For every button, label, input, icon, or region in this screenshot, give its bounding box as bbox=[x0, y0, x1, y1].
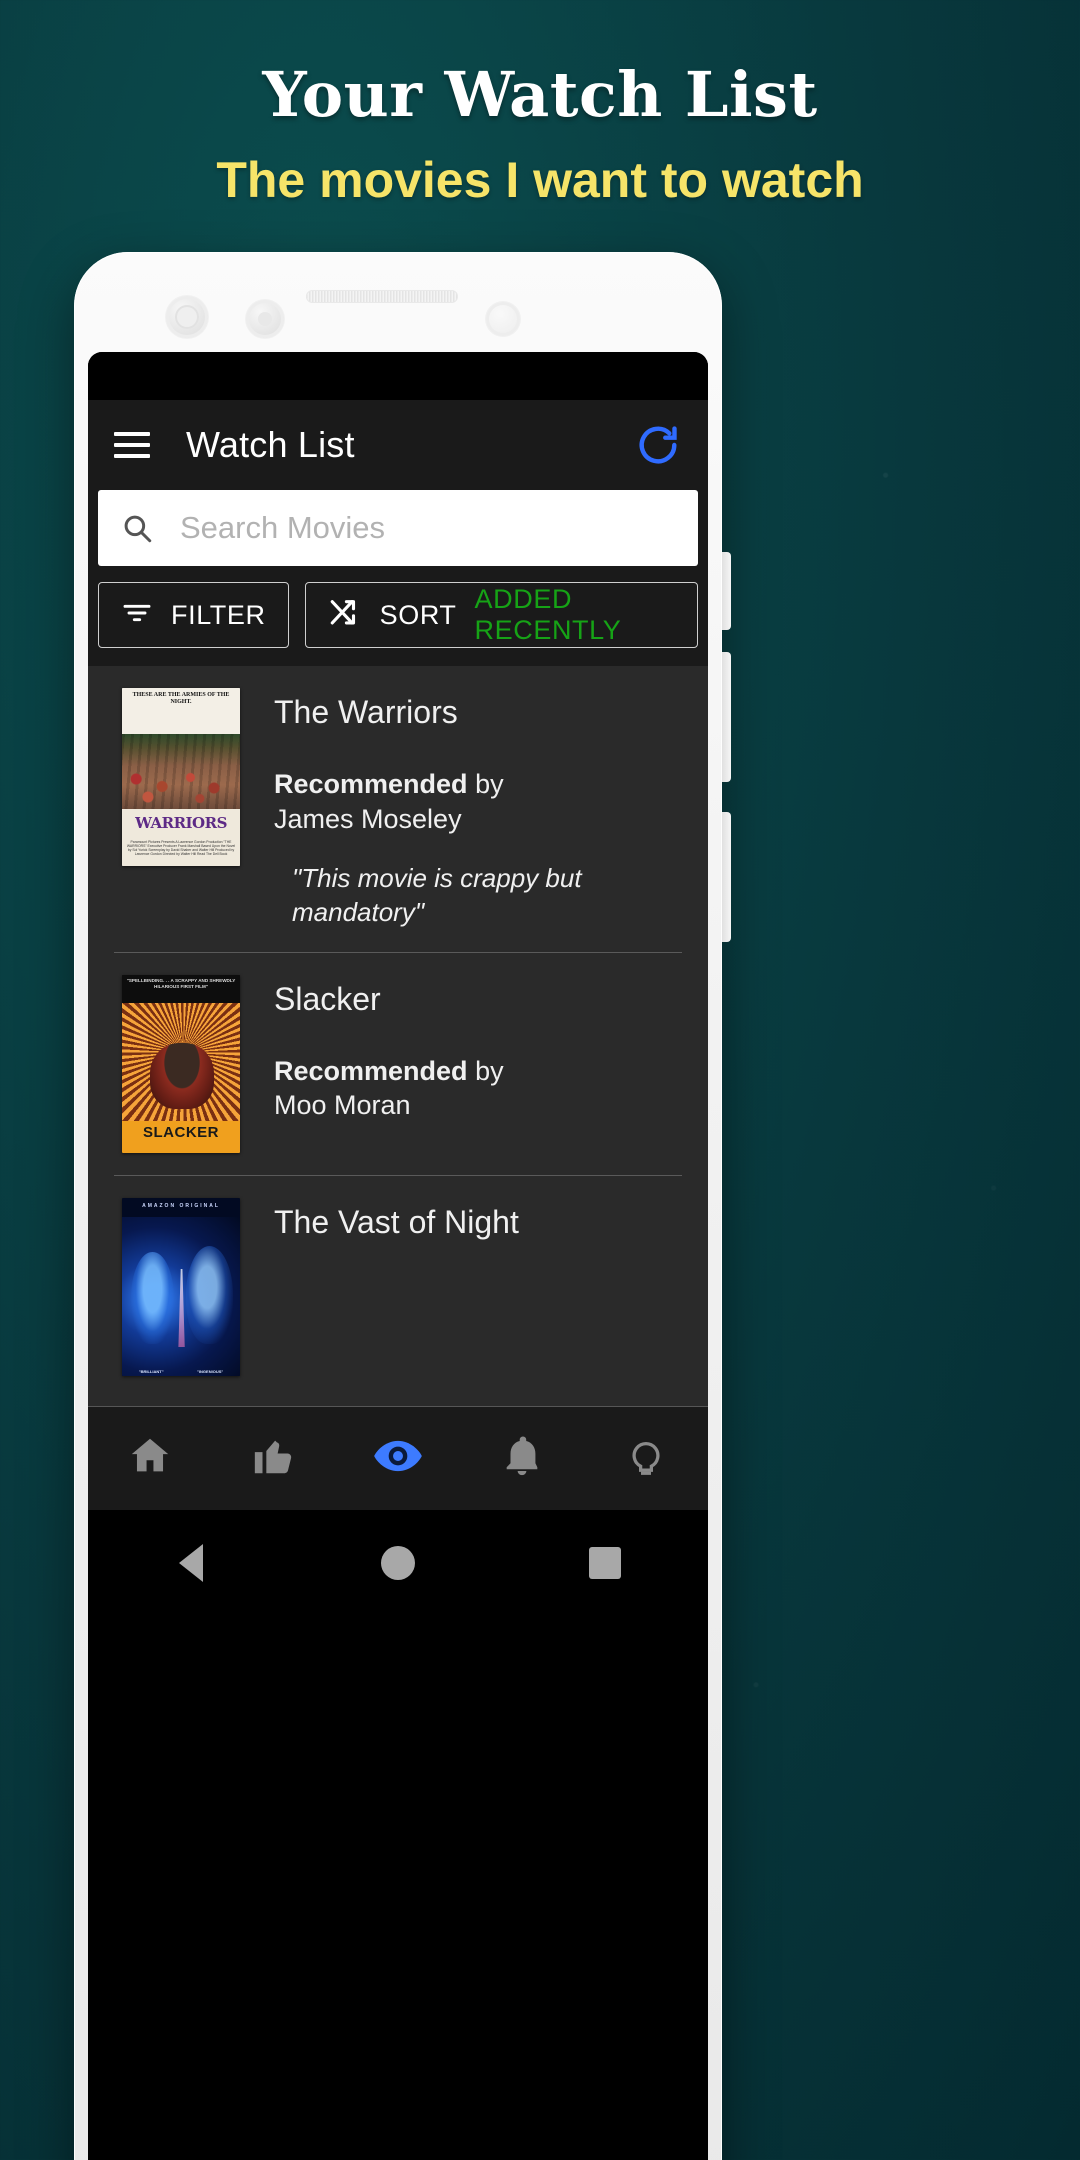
search-box[interactable] bbox=[98, 490, 698, 566]
promo-subtitle: The movies I want to watch bbox=[216, 152, 864, 208]
movie-poster: "SPELLBINDING. . . A SCRAPPY AND SHREWDL… bbox=[122, 974, 240, 1153]
home-icon bbox=[127, 1433, 173, 1484]
recommender-name: Moo Moran bbox=[274, 1090, 411, 1121]
earpiece-speaker bbox=[306, 290, 458, 303]
poster-headline: THESE ARE THE ARMIES OF THE NIGHT. bbox=[122, 688, 240, 735]
phone-side-button-bottom[interactable] bbox=[722, 812, 731, 942]
poster-artwork bbox=[122, 734, 240, 810]
nav-item-suggestions[interactable] bbox=[584, 1433, 708, 1484]
refresh-icon[interactable] bbox=[634, 421, 682, 469]
poster-artwork bbox=[122, 1003, 240, 1121]
filter-button-label: FILTER bbox=[171, 599, 266, 630]
front-camera-icon bbox=[166, 296, 208, 338]
bottom-navigation bbox=[88, 1406, 708, 1510]
bell-icon bbox=[499, 1433, 545, 1484]
filter-sort-row: FILTER SORT ADDED RECENTLY bbox=[88, 582, 708, 666]
android-back-button[interactable] bbox=[88, 1544, 295, 1582]
search-bar-container bbox=[88, 490, 708, 582]
search-icon bbox=[120, 511, 154, 545]
poster-headline: "SPELLBINDING. . . A SCRAPPY AND SHREWDL… bbox=[122, 974, 240, 1004]
app-bar: Watch List bbox=[88, 400, 708, 490]
phone-side-button-top[interactable] bbox=[722, 552, 731, 630]
sort-button[interactable]: SORT ADDED RECENTLY bbox=[304, 582, 698, 648]
recommended-by-label: by bbox=[475, 769, 504, 799]
shuffle-icon bbox=[328, 596, 362, 635]
filter-list-icon bbox=[121, 597, 153, 634]
poster-quote-row: "BRILLIANT" "INGENIOUS" bbox=[122, 1369, 240, 1374]
list-item[interactable]: THESE ARE THE ARMIES OF THE NIGHT. WARRI… bbox=[88, 666, 708, 952]
recommended-label: Recommended bbox=[274, 1055, 468, 1086]
hamburger-icon[interactable] bbox=[114, 432, 150, 458]
phone-side-button-middle[interactable] bbox=[722, 652, 731, 782]
home-circle-icon bbox=[381, 1546, 415, 1580]
recommended-label: Recommended bbox=[274, 769, 468, 799]
filter-button[interactable]: FILTER bbox=[98, 582, 289, 648]
movie-list[interactable]: THESE ARE THE ARMIES OF THE NIGHT. WARRI… bbox=[88, 666, 708, 1406]
secondary-camera-icon bbox=[246, 300, 284, 338]
poster-logo: WARRIORS bbox=[122, 809, 240, 838]
recommender-name: James Moseley bbox=[274, 803, 462, 834]
poster-quote-left: "BRILLIANT" bbox=[138, 1368, 164, 1374]
poster-logo: SLACKER bbox=[122, 1120, 240, 1144]
poster-footer bbox=[122, 1143, 240, 1153]
search-input[interactable] bbox=[180, 510, 676, 546]
nav-item-home[interactable] bbox=[88, 1433, 212, 1484]
android-navigation-bar bbox=[88, 1510, 708, 1616]
phone-screen: Watch List Search Movies FILTER SORT ADD… bbox=[88, 352, 708, 2160]
recommended-by-label: by bbox=[475, 1055, 504, 1086]
nav-item-recommendations[interactable] bbox=[212, 1433, 336, 1484]
recents-square-icon bbox=[588, 1547, 621, 1579]
android-recents-button[interactable] bbox=[501, 1547, 708, 1579]
sort-button-label: SORT bbox=[379, 599, 457, 630]
proximity-sensor-icon bbox=[486, 302, 520, 336]
nav-item-watch-list[interactable] bbox=[336, 1430, 460, 1487]
sort-value: ADDED RECENTLY bbox=[474, 584, 622, 645]
movie-title: Slacker bbox=[274, 980, 381, 1017]
phone-mockup: Watch List Search Movies FILTER SORT ADD… bbox=[74, 252, 731, 2160]
android-home-button[interactable] bbox=[295, 1546, 502, 1580]
movie-quote: "This movie is crappy but mandatory" bbox=[292, 863, 582, 927]
poster-headline: AMAZON ORIGINAL bbox=[142, 1202, 220, 1209]
movie-poster: AMAZON ORIGINAL "BRILLIANT" "INGENIOUS" bbox=[122, 1197, 240, 1376]
list-item[interactable]: "SPELLBINDING. . . A SCRAPPY AND SHREWDL… bbox=[88, 953, 708, 1175]
lightbulb-icon bbox=[623, 1433, 669, 1484]
poster-quote-right: "INGENIOUS" bbox=[197, 1368, 224, 1374]
phone-top-bezel bbox=[74, 252, 722, 348]
movie-info: Slacker Recommended by Moo Moran bbox=[274, 975, 708, 1153]
movie-title: The Warriors bbox=[274, 694, 458, 730]
movie-poster: THESE ARE THE ARMIES OF THE NIGHT. WARRI… bbox=[122, 688, 240, 866]
promo-header: Your Watch List The movies I want to wat… bbox=[0, 0, 1080, 209]
page-title: Watch List bbox=[186, 424, 355, 465]
eye-icon bbox=[372, 1430, 424, 1487]
back-triangle-icon bbox=[179, 1544, 204, 1582]
promo-title: Your Watch List bbox=[262, 58, 818, 131]
movie-info: The Vast of Night bbox=[274, 1198, 708, 1376]
movie-info: The Warriors Recommended by James Mosele… bbox=[274, 688, 708, 930]
thumbs-up-icon bbox=[251, 1433, 297, 1484]
nav-item-notifications[interactable] bbox=[460, 1433, 584, 1484]
poster-credits: Paramount Pictures Presents A Lawrence G… bbox=[122, 837, 240, 866]
movie-recommendation: Recommended by James Moseley bbox=[274, 767, 708, 836]
movie-recommendation: Recommended by Moo Moran bbox=[274, 1054, 708, 1123]
status-bar bbox=[88, 352, 708, 400]
list-item[interactable]: AMAZON ORIGINAL "BRILLIANT" "INGENIOUS" … bbox=[88, 1176, 708, 1398]
movie-title: The Vast of Night bbox=[274, 1203, 519, 1240]
